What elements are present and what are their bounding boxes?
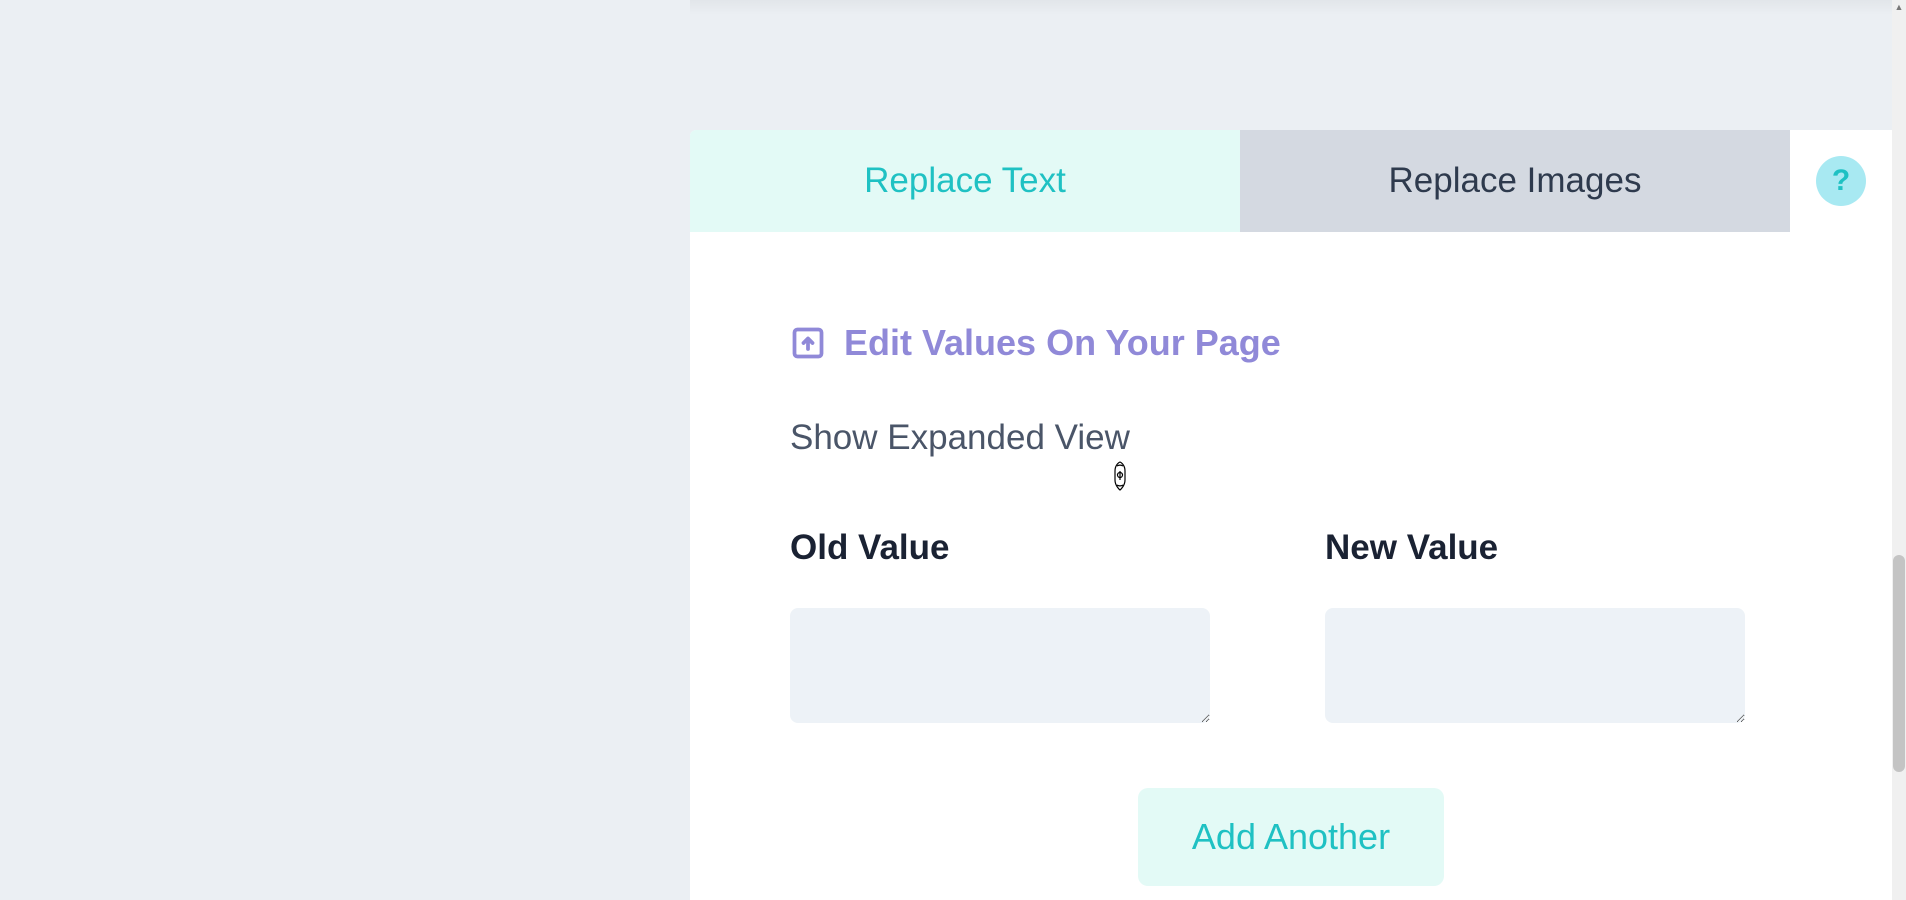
new-value-input[interactable] — [1325, 608, 1745, 723]
help-icon: ? — [1832, 164, 1850, 198]
edit-values-link[interactable]: Edit Values On Your Page — [790, 322, 1792, 364]
show-expanded-view-link[interactable]: Show Expanded View — [790, 418, 1130, 458]
new-value-column: New Value — [1325, 528, 1745, 723]
help-button[interactable]: ? — [1816, 156, 1866, 206]
tab-replace-images[interactable]: Replace Images — [1240, 130, 1790, 232]
scrollbar-up-arrow-icon[interactable]: ▲ — [1892, 0, 1906, 14]
old-value-column: Old Value — [790, 528, 1210, 723]
main-panel: Replace Text Replace Images ? Edit Value… — [690, 130, 1892, 900]
value-row: Old Value New Value — [790, 528, 1792, 723]
scrollbar-thumb[interactable] — [1893, 555, 1905, 772]
old-value-input[interactable] — [790, 608, 1210, 723]
edit-values-label: Edit Values On Your Page — [844, 322, 1281, 364]
external-edit-icon — [790, 325, 826, 361]
top-shadow — [690, 0, 1892, 15]
new-value-label: New Value — [1325, 528, 1745, 568]
button-row: Add Another — [790, 788, 1792, 886]
content-area: Edit Values On Your Page Show Expanded V… — [690, 232, 1892, 886]
tab-replace-text[interactable]: Replace Text — [690, 130, 1240, 232]
old-value-label: Old Value — [790, 528, 1210, 568]
add-another-button[interactable]: Add Another — [1138, 788, 1444, 886]
help-area: ? — [1790, 130, 1892, 232]
tab-bar: Replace Text Replace Images ? — [690, 130, 1892, 232]
